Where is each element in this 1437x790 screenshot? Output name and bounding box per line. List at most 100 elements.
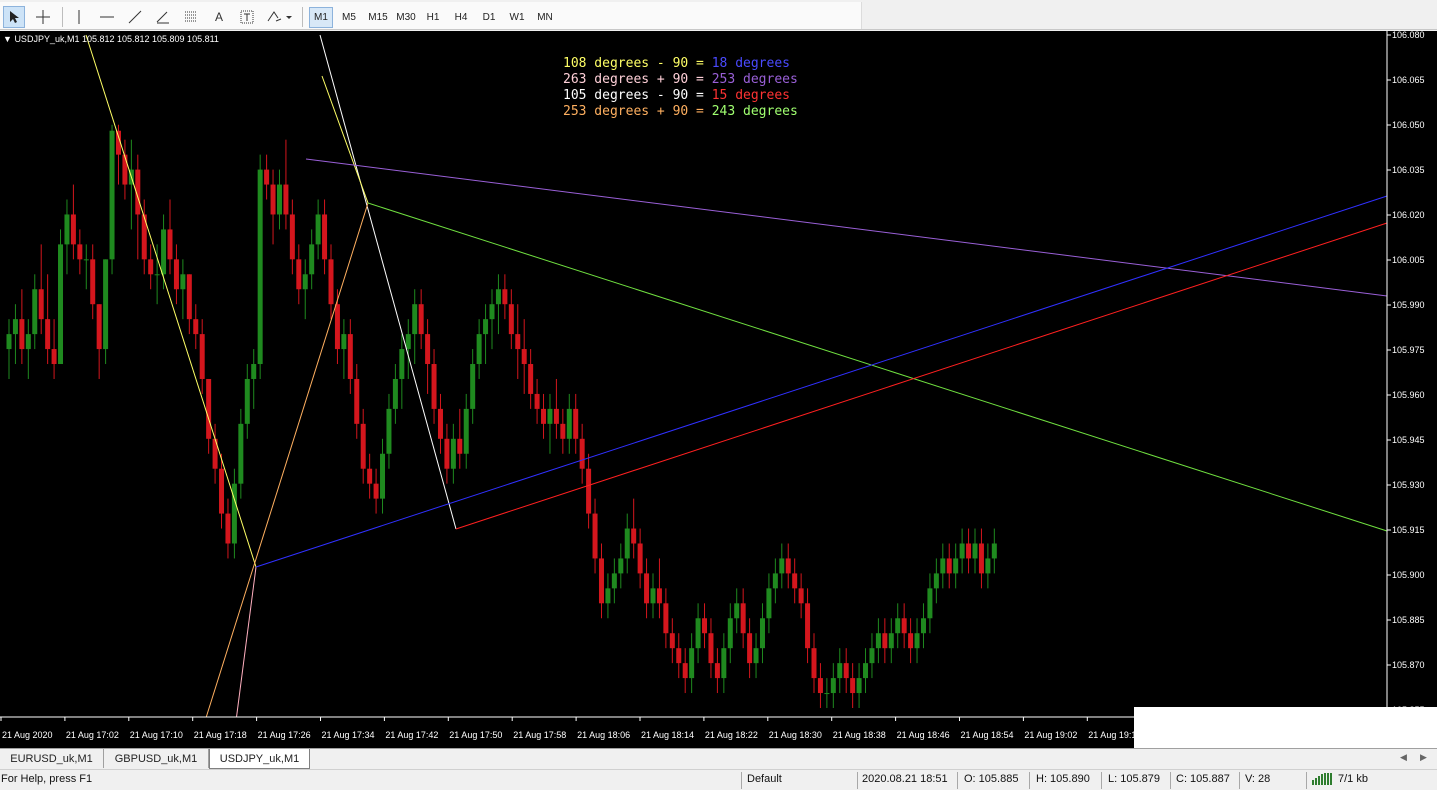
candle-body [90,259,96,305]
candle-body [592,513,598,559]
fibonacci-icon[interactable] [180,6,202,28]
candle-body [650,588,656,604]
candle-body [386,408,392,454]
candle-body [502,289,508,305]
timeframe-w1[interactable]: W1 [505,7,529,28]
candle-body [392,378,398,409]
time-label: 21 Aug 18:46 [897,730,950,740]
candle-body [927,588,933,619]
time-label: 21 Aug 17:02 [66,730,119,740]
timeframe-m1[interactable]: M1 [309,7,333,28]
candle-body [547,408,553,424]
candle-body [534,393,540,409]
tab-gbpusd[interactable]: GBPUSD_uk,M1 [104,749,209,768]
scroll-left-icon[interactable]: ◀ [1400,752,1407,763]
symbol-info: USDJPY_uk,M1 105.812 105.812 105.809 105… [14,34,219,44]
crosshair-icon[interactable] [32,6,54,28]
tab-eurusd[interactable]: EURUSD_uk,M1 [0,749,104,768]
vertical-line-icon[interactable] [68,6,90,28]
timeframe-d1[interactable]: D1 [477,7,501,28]
candle-body [830,678,836,694]
annotation-segment: 253 degrees [712,72,798,87]
status-separator [1239,772,1240,789]
candle-body [611,573,617,589]
trendline-yellow-2 [321,75,369,204]
time-label: 21 Aug 18:22 [705,730,758,740]
candle-body [792,573,798,589]
candle-body [824,693,830,695]
candle-body [515,334,521,350]
candle-body [12,319,18,335]
candle-body [676,648,682,664]
candle-body [817,678,823,694]
candle-body [669,633,675,649]
time-label: 21 Aug 18:30 [769,730,822,740]
price-label: 105.900 [1392,570,1425,580]
price-label: 105.885 [1392,615,1425,625]
timeframe-m5[interactable]: M5 [337,7,361,28]
candle-body [122,154,128,185]
candle-body [966,543,972,559]
timeframe-h1[interactable]: H1 [421,7,445,28]
candle-body [418,304,424,335]
candle-body [586,468,592,514]
candle-body [103,259,109,350]
bar-datetime: 2020.08.21 18:51 [862,773,948,785]
annotation-segment: 18 degrees [712,56,790,71]
candle-body [470,364,476,409]
text-icon[interactable]: A [208,6,230,28]
timeframe-h4[interactable]: H4 [449,7,473,28]
price-label: 105.915 [1392,525,1425,535]
candle-body [322,214,328,260]
scroll-right-icon[interactable]: ▶ [1420,752,1427,763]
time-label: 21 Aug 17:50 [449,730,502,740]
candle-body [32,289,38,335]
price-axis-bg [1387,31,1437,731]
candle-body [811,648,817,679]
trendline-icon[interactable] [124,6,146,28]
candle-body [109,130,115,260]
chart-window[interactable]: 108 degrees - 90 = 18 degrees 263 degrees… [0,31,1437,748]
cursor-icon[interactable] [3,6,25,28]
candle-body [875,633,881,649]
candle-body [373,483,379,499]
channel-icon[interactable] [152,6,174,28]
time-label: 21 Aug 18:38 [833,730,886,740]
candle-body [644,573,650,604]
candle-body [991,543,997,559]
candle-body [605,588,611,604]
candle-body [244,378,250,424]
dropdown-triangle-icon: ▼ [3,34,12,44]
status-separator [1029,772,1030,789]
timeframe-m30[interactable]: M30 [393,7,419,28]
price-chart[interactable]: 108 degrees - 90 = 18 degrees263 degrees… [0,31,1437,748]
candle-body [528,364,534,394]
candle-body [663,603,669,634]
shapes-icon[interactable] [264,6,294,28]
connection-bars-icon [1312,772,1334,789]
timeframe-m15[interactable]: M15 [365,7,391,28]
tab-usdjpy[interactable]: USDJPY_uk,M1 [209,749,310,769]
text-label-icon[interactable] [236,6,258,28]
candle-body [173,259,179,290]
candle-body [933,573,939,589]
candle-body [431,364,437,409]
candle-body [624,528,630,559]
time-label: 21 Aug 17:18 [194,730,247,740]
profile-name: Default [747,773,782,785]
chart-header: ▼ USDJPY_uk,M1 105.812 105.812 105.809 1… [3,34,219,44]
candle-body [476,334,482,365]
candle-body [38,289,44,320]
horizontal-line-icon[interactable] [96,6,118,28]
price-label: 105.990 [1392,300,1425,310]
candle-body [161,229,167,275]
candle-body [695,618,701,649]
candle-body [437,408,443,439]
candle-body [895,618,901,634]
timeframe-mn[interactable]: MN [533,7,557,28]
candle-body [734,603,740,619]
candle-body [341,334,347,350]
angle-annotation: 108 degrees - 90 = 18 degrees [563,56,790,71]
price-label: 105.960 [1392,390,1425,400]
candle-body [450,438,456,469]
